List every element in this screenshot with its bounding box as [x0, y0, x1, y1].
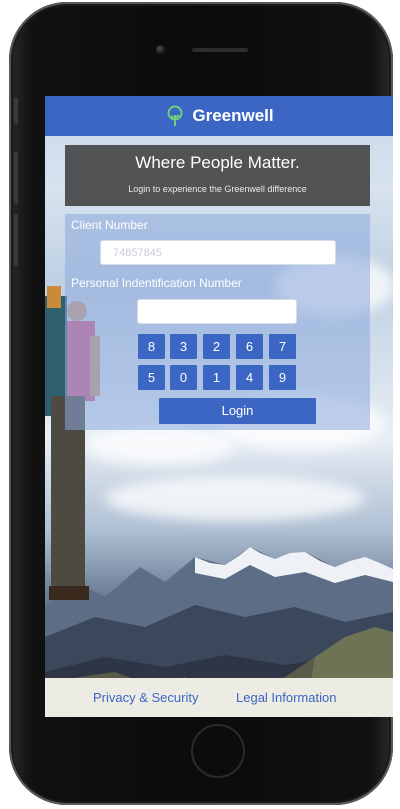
phone-frame: Greenwell Where People Matter. Login to …	[9, 2, 393, 805]
keypad-key-0[interactable]: 0	[170, 365, 197, 390]
earpiece-speaker	[192, 48, 248, 52]
volume-up-button	[14, 152, 18, 204]
privacy-security-link[interactable]: Privacy & Security	[93, 690, 198, 705]
keypad-key-6[interactable]: 6	[236, 334, 263, 359]
banner-subtitle: Login to experience the Greenwell differ…	[128, 184, 307, 194]
banner-headline: Where People Matter.	[135, 153, 300, 172]
mute-switch	[14, 98, 18, 124]
keypad-key-2[interactable]: 2	[203, 334, 230, 359]
app-header: Greenwell	[45, 96, 393, 136]
login-button[interactable]: Login	[159, 398, 316, 424]
keypad-key-9[interactable]: 9	[269, 365, 296, 390]
volume-down-button	[14, 214, 18, 266]
keypad-key-1[interactable]: 1	[203, 365, 230, 390]
home-button[interactable]	[191, 724, 245, 778]
login-panel: Client Number 74857845 Personal Indentif…	[65, 214, 370, 430]
legal-information-link[interactable]: Legal Information	[236, 690, 336, 705]
tree-logo-icon	[167, 105, 183, 126]
pin-field[interactable]	[137, 299, 297, 324]
pin-label: Personal Indentification Number	[71, 276, 242, 290]
cloud	[85, 426, 235, 466]
footer-bar: Privacy & Security Legal Information	[45, 678, 393, 717]
keypad-key-5[interactable]: 5	[138, 365, 165, 390]
welcome-banner: Where People Matter. Login to experience…	[65, 145, 370, 206]
front-camera	[156, 45, 165, 54]
keypad-key-7[interactable]: 7	[269, 334, 296, 359]
brand-name: Greenwell	[192, 106, 274, 125]
client-number-field[interactable]: 74857845	[100, 240, 336, 265]
app-screen: Greenwell Where People Matter. Login to …	[45, 96, 393, 717]
keypad-key-4[interactable]: 4	[236, 365, 263, 390]
keypad-key-8[interactable]: 8	[138, 334, 165, 359]
keypad-key-3[interactable]: 3	[170, 334, 197, 359]
client-number-label: Client Number	[71, 218, 148, 232]
